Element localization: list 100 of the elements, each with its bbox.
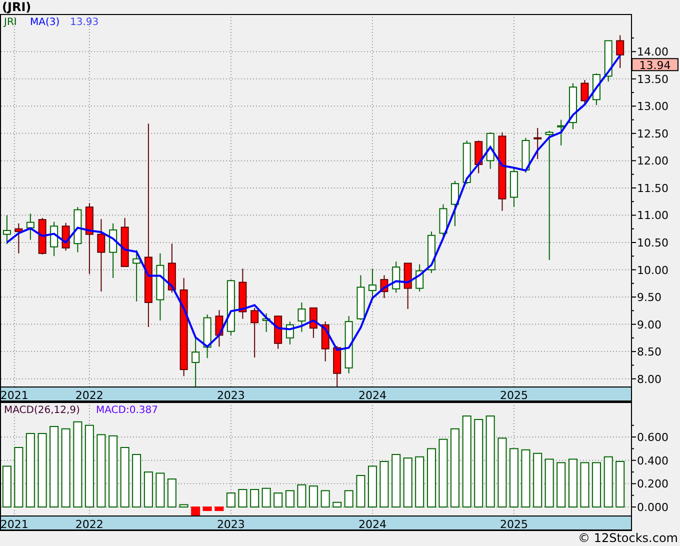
candlestick	[450, 180, 459, 227]
candlestick	[238, 268, 247, 320]
legend-label: JRI	[4, 17, 17, 28]
legend-label: MA(3)	[30, 17, 60, 28]
axis-label: 11.50	[637, 182, 668, 195]
candlestick	[2, 214, 11, 245]
histogram-bar	[2, 466, 12, 508]
candlestick	[380, 274, 388, 299]
histogram-bar	[521, 449, 530, 508]
axis-label: 9.50	[637, 291, 662, 304]
histogram-bar	[238, 489, 248, 508]
axis-label: 12.50	[637, 127, 668, 140]
histogram-bar	[167, 478, 176, 508]
axis-label: 13.00	[637, 100, 668, 114]
candlestick	[604, 40, 612, 82]
axis-label: 0.200	[637, 478, 668, 491]
candlestick	[404, 262, 412, 310]
candlestick	[38, 217, 46, 255]
axis-label: 13.50	[637, 72, 668, 86]
histogram-bar	[297, 484, 306, 508]
histogram-bar	[580, 462, 590, 508]
histogram-bar	[156, 472, 165, 508]
axis-label: 0.400	[637, 454, 668, 468]
histogram-bar	[380, 461, 389, 508]
candlestick	[510, 166, 518, 208]
histogram-bar	[368, 466, 377, 508]
candlestick	[226, 279, 235, 336]
histogram-bar	[544, 458, 554, 508]
axis-label: 2025	[500, 389, 528, 402]
legend-label: MACD:0.387	[96, 405, 158, 416]
histogram-bar	[426, 448, 436, 508]
candlestick	[439, 204, 448, 236]
histogram-bar	[144, 472, 153, 508]
candlestick	[132, 250, 141, 302]
candlestick	[522, 137, 530, 174]
histogram-bar	[320, 490, 330, 508]
candlestick	[109, 222, 118, 278]
candlestick	[392, 261, 400, 294]
candlestick	[416, 264, 424, 292]
candlestick	[580, 79, 589, 106]
histogram-bar	[509, 448, 518, 508]
histogram-bar	[392, 454, 401, 508]
axis-label: 2023	[216, 389, 245, 402]
histogram-bar	[308, 486, 318, 508]
histogram-bar	[568, 458, 578, 508]
candlestick	[120, 217, 129, 268]
price-tag: 13.94	[632, 58, 678, 72]
axis-label: 14.00	[637, 46, 668, 59]
axis-label: 10.00	[637, 264, 668, 277]
histogram-bar	[202, 506, 212, 512]
histogram-bar	[438, 438, 448, 508]
candlestick	[192, 337, 200, 388]
axis-label: 2025	[500, 518, 528, 531]
candlestick	[26, 213, 34, 240]
candlestick	[474, 140, 483, 174]
candlestick	[616, 34, 624, 68]
histogram-bar	[533, 452, 542, 508]
axis-label: 2024	[358, 389, 386, 402]
candlestick	[14, 222, 23, 254]
axis-label: 10.50	[637, 236, 668, 250]
histogram-bar	[592, 462, 601, 508]
histogram-bar	[214, 506, 224, 512]
histogram-bar	[332, 502, 342, 508]
histogram-bar	[415, 456, 424, 508]
histogram-bar	[262, 488, 271, 508]
axis-label: 12.00	[637, 154, 668, 168]
candlestick	[262, 312, 270, 332]
candlestick	[74, 206, 82, 253]
histogram-bar	[191, 506, 200, 516]
candlestick	[333, 346, 342, 387]
axis-label: 2022	[75, 518, 104, 531]
candlestick	[203, 314, 212, 359]
histogram-bar	[616, 461, 625, 508]
axis-label: 2022	[75, 389, 104, 402]
candlestick	[557, 119, 566, 146]
candlestick	[62, 222, 70, 252]
legend-label: MACD(26,12,9)	[4, 405, 80, 416]
histogram-bar	[604, 456, 613, 508]
candlestick	[462, 140, 471, 185]
candlestick	[344, 316, 353, 374]
axis-label: 8.50	[637, 346, 662, 359]
histogram-bar	[250, 489, 260, 508]
candlestick	[298, 302, 306, 332]
axis-label: 0.600	[637, 431, 668, 444]
candlestick	[215, 310, 224, 348]
histogram-bar	[120, 447, 130, 508]
axis-label: 11.00	[637, 209, 668, 222]
histogram-bar	[179, 504, 188, 508]
histogram-bar	[556, 462, 566, 508]
histogram-bar	[285, 490, 294, 508]
chart-title: (JRI)	[1, 0, 32, 14]
candlestick	[286, 321, 294, 345]
candlestick	[321, 321, 330, 362]
candlestick	[427, 231, 436, 274]
axis-label: 2024	[358, 518, 386, 531]
candlestick	[568, 82, 577, 130]
histogram-bar	[274, 492, 283, 508]
copyright-text: © 12Stocks.com	[578, 531, 678, 545]
histogram-bar	[14, 447, 24, 508]
histogram-bar	[403, 458, 412, 508]
